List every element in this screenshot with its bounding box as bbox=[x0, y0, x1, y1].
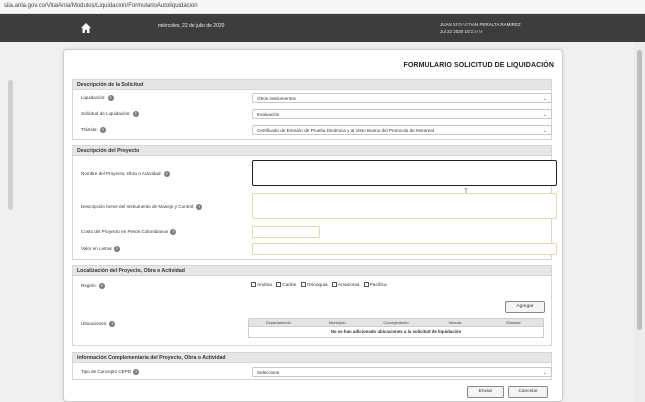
descripcion-label: Descripción breve del Instrumento de Man… bbox=[81, 204, 195, 210]
top-header: miércoles, 22 de julio de 2020 Usuario: J… bbox=[0, 14, 645, 42]
form-card: FORMULARIO SOLICITUD DE LIQUIDACIÓN Desc… bbox=[63, 49, 563, 402]
col-corregimiento: Corregimiento bbox=[383, 320, 409, 325]
help-icon[interactable]: ? bbox=[109, 321, 116, 327]
tipo-concepto-label: Tipo de Concepto CEPD bbox=[81, 369, 132, 375]
agregar-button[interactable]: Agregar bbox=[505, 301, 545, 313]
help-icon[interactable]: ? bbox=[132, 111, 139, 117]
enviar-button[interactable]: Enviar bbox=[467, 386, 504, 398]
section-proyecto: Descripción del Proyecto Nombre del Proy… bbox=[72, 145, 557, 260]
solicitud-select[interactable]: Evaluación ⌄ bbox=[252, 109, 552, 119]
chevron-down-icon: ⌄ bbox=[542, 95, 547, 102]
cancelar-button[interactable]: Cancelar bbox=[508, 386, 548, 398]
solicitud-label: Solicitud de Liquidación: bbox=[81, 111, 131, 117]
nombre-input[interactable] bbox=[252, 160, 557, 195]
liquidacion-label: Liquidación: bbox=[81, 95, 106, 101]
section-complementaria: Información Complementaria del Proyecto,… bbox=[72, 352, 552, 380]
help-icon[interactable]: ? bbox=[99, 127, 106, 133]
browser-url-bar[interactable]: siia.anla.gov.co/VitalAnla/Modulos/Liqui… bbox=[0, 0, 645, 14]
liquidacion-select[interactable]: Otros instrumentos ⌄ bbox=[252, 93, 552, 103]
user-label: Usuario: bbox=[454, 22, 472, 27]
tipo-concepto-value: Seleccione bbox=[257, 370, 280, 375]
help-icon[interactable]: ? bbox=[113, 246, 120, 252]
tramite-label: Trámite: bbox=[81, 127, 98, 133]
col-departamento: Departamento bbox=[265, 320, 292, 325]
costo-input[interactable] bbox=[252, 226, 320, 238]
help-icon[interactable]: ? bbox=[98, 283, 105, 289]
page-title: FORMULARIO SOLICITUD DE LIQUIDACIÓN bbox=[403, 62, 554, 69]
valor-label: Valor en Letras bbox=[81, 246, 112, 252]
last-access-label: Último Acceso: bbox=[472, 29, 503, 34]
region-checkboxes: Andina Caribe Orinoquia Amazonia Pacífic… bbox=[251, 282, 390, 288]
section-localizacion-title: Localización del Proyecto, Obra o Activi… bbox=[73, 266, 551, 276]
costo-label: Costo del Proyecto en Pesos Colombianos bbox=[81, 229, 169, 235]
url-text: siia.anla.gov.co/VitalAnla/Modulos/Liqui… bbox=[4, 3, 198, 9]
region-checkbox-caribe[interactable]: Caribe bbox=[276, 282, 296, 288]
scrollbar-thumb[interactable] bbox=[637, 50, 642, 330]
chevron-down-icon: ⌄ bbox=[542, 127, 547, 134]
solicitud-select-value: Evaluación bbox=[257, 112, 280, 117]
col-municipio: Municipio bbox=[328, 320, 346, 325]
region-checkbox-orinoquia[interactable]: Orinoquia bbox=[300, 282, 328, 288]
region-checkbox-pacifica[interactable]: Pacífica bbox=[363, 282, 387, 288]
help-icon[interactable]: ? bbox=[133, 369, 140, 375]
header-date: miércoles, 22 de julio de 2020 bbox=[158, 23, 225, 29]
section-solicitud: Descripción de la Solicitud Liquidación:… bbox=[72, 79, 552, 140]
tramite-select[interactable]: Certificado de Emisión de Prueba Dinámic… bbox=[252, 125, 552, 135]
left-scrollbar[interactable] bbox=[8, 80, 13, 210]
ubicaciones-table: Departamento Municipio Corregimiento Ver… bbox=[248, 318, 544, 338]
table-empty-message: No se han adicionado ubicaciones a la so… bbox=[330, 329, 462, 334]
descripcion-textarea[interactable] bbox=[252, 193, 557, 219]
right-scrollbar[interactable] bbox=[634, 42, 645, 402]
region-checkbox-andina[interactable]: Andina bbox=[251, 282, 272, 288]
chevron-down-icon: ⌄ bbox=[542, 111, 547, 118]
section-complementaria-title: Información Complementaria del Proyecto,… bbox=[73, 353, 551, 363]
liquidacion-select-value: Otros instrumentos bbox=[257, 96, 296, 101]
chevron-down-icon: ⌄ bbox=[542, 369, 547, 376]
col-vereda: Vereda bbox=[448, 320, 462, 325]
tramite-select-value: Certificado de Emisión de Prueba Dinámic… bbox=[257, 128, 434, 133]
help-icon[interactable]: ? bbox=[170, 229, 177, 235]
home-icon[interactable] bbox=[80, 22, 92, 34]
col-eliminar: Eliminar bbox=[506, 320, 521, 325]
tipo-concepto-select[interactable]: Seleccione ⌄ bbox=[252, 367, 552, 377]
section-proyecto-title: Descripción del Proyecto bbox=[73, 146, 551, 156]
help-icon[interactable]: ? bbox=[163, 171, 170, 177]
valor-input[interactable] bbox=[252, 243, 557, 255]
section-solicitud-title: Descripción de la Solicitud bbox=[73, 80, 551, 90]
table-header: Departamento Municipio Corregimiento Ver… bbox=[249, 319, 543, 327]
region-checkbox-amazonia[interactable]: Amazonia bbox=[331, 282, 359, 288]
user-info: Usuario: JUAN SEBASTIAN PERALTA RAMIREZ Ú… bbox=[440, 21, 521, 35]
nombre-label: Nombre del Proyecto, Obra o Actividad: bbox=[81, 171, 162, 177]
ubicaciones-label: Ubicaciones: bbox=[81, 321, 108, 327]
section-localizacion: Localización del Proyecto, Obra o Activi… bbox=[72, 265, 552, 346]
region-label: Región: bbox=[81, 283, 97, 289]
help-icon[interactable]: ? bbox=[107, 95, 114, 101]
help-icon[interactable]: ? bbox=[196, 204, 203, 210]
